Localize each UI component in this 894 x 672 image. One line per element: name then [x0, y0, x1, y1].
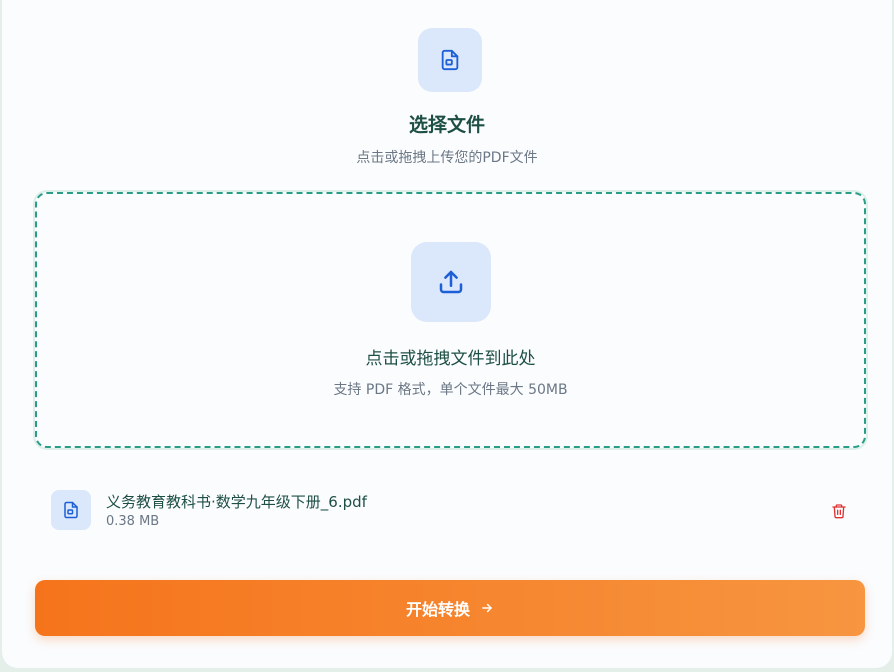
page-title: 选择文件 [408, 114, 485, 136]
start-convert-label: 开始转换 [405, 600, 470, 619]
upload-icon [411, 242, 491, 322]
pdf-file-icon [51, 490, 91, 530]
file-icon [418, 28, 482, 92]
page-subtitle: 点击或拖拽上传您的PDF文件 [356, 150, 538, 166]
delete-file-button[interactable] [828, 500, 850, 522]
file-size: 0.38 MB [106, 514, 160, 529]
file-list-item: 义务教育教科书·数学九年级下册_6.pdf 0.38 MB [35, 478, 866, 542]
file-dropzone[interactable]: 点击或拖拽文件到此处 支持 PDF 格式，单个文件最大 50MB [35, 192, 866, 448]
upload-card: 选择文件 点击或拖拽上传您的PDF文件 点击或拖拽文件到此处 支持 PDF 格式… [2, 0, 892, 668]
trash-icon [832, 504, 846, 519]
dropzone-hint: 支持 PDF 格式，单个文件最大 50MB [333, 382, 568, 398]
start-convert-button[interactable]: 开始转换 [35, 580, 865, 636]
dropzone-title: 点击或拖拽文件到此处 [365, 349, 536, 369]
arrow-right-icon [480, 601, 494, 615]
file-name: 义务教育教科书·数学九年级下册_6.pdf [106, 493, 367, 511]
